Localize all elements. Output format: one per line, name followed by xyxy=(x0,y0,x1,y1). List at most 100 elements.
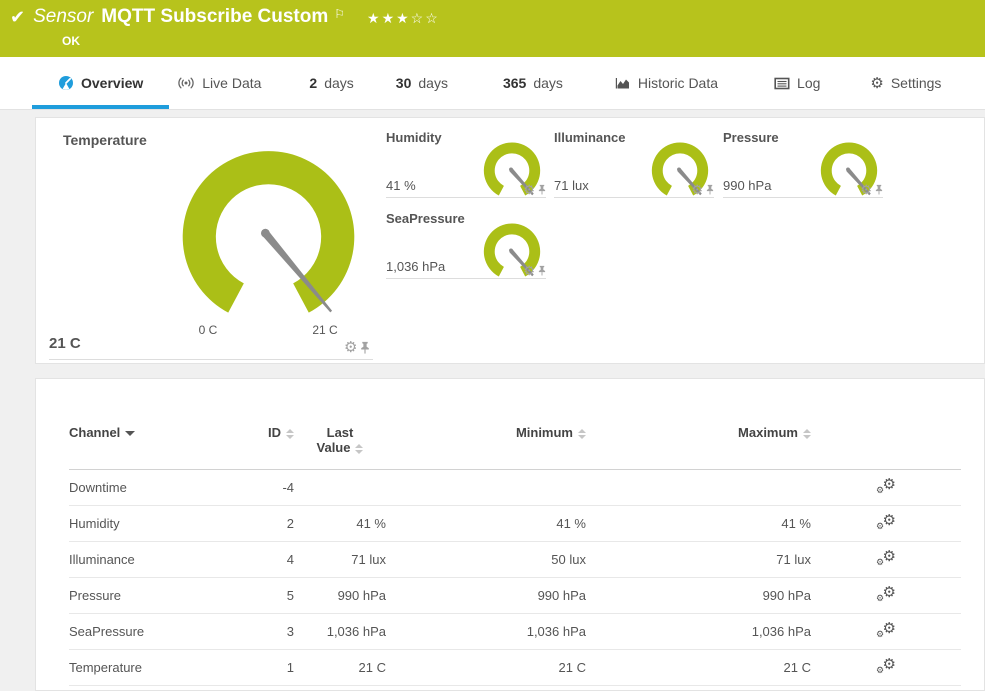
cell-channel[interactable]: Temperature xyxy=(69,650,234,686)
cell-channel[interactable]: Humidity xyxy=(69,506,234,542)
tab-log[interactable]: Log xyxy=(774,57,820,109)
sensor-title-row: ✔ Sensor MQTT Subscribe Custom ⚐ ★★★☆☆ xyxy=(10,6,440,28)
pin-icon[interactable] xyxy=(875,184,883,195)
gauge-title: Pressure xyxy=(723,130,779,145)
channel-settings-icon[interactable]: ⚙⚙ xyxy=(876,657,896,675)
temperature-gauge xyxy=(171,144,366,320)
priority-stars[interactable]: ★★★☆☆ xyxy=(367,10,440,27)
cell-channel[interactable]: SeaPressure xyxy=(69,614,234,650)
cell-id: 2 xyxy=(234,506,294,542)
column-header-channel[interactable]: Channel xyxy=(69,419,234,470)
tab-overview[interactable]: Overview xyxy=(32,57,169,109)
tab-30-days[interactable]: 30 days xyxy=(396,57,448,109)
tab-2-days[interactable]: 2 days xyxy=(309,57,353,109)
pin-icon[interactable] xyxy=(538,184,546,195)
tab-label: days xyxy=(324,75,354,91)
tab-number: 365 xyxy=(503,75,526,91)
sort-icon xyxy=(355,444,363,454)
cell-min: 50 lux xyxy=(386,542,586,578)
cell-max: 1,036 hPa xyxy=(586,614,811,650)
gauges-card: Temperature 0 C 21 C 21 C ⚙ Humidity xyxy=(35,117,985,364)
column-header-last-value[interactable]: Last Value xyxy=(294,419,386,470)
tab-live-data[interactable]: Live Data xyxy=(177,57,261,109)
sort-icon xyxy=(803,429,811,439)
cell-channel[interactable]: Pressure xyxy=(69,578,234,614)
cell-min: 1,036 hPa xyxy=(386,614,586,650)
channels-card: Channel ID Last Value Minimum Maximum xyxy=(35,378,985,691)
status-badge: OK xyxy=(62,34,80,48)
channel-settings-icon[interactable]: ⚙⚙ xyxy=(876,549,896,567)
cell-channel[interactable]: Illuminance xyxy=(69,542,234,578)
gauge-icon xyxy=(58,75,74,91)
tab-label: Overview xyxy=(81,75,143,91)
sort-icon xyxy=(578,429,586,439)
gear-icon[interactable]: ⚙ xyxy=(691,183,703,196)
channel-settings-icon[interactable]: ⚙⚙ xyxy=(876,477,896,495)
gear-icon[interactable]: ⚙ xyxy=(523,183,535,196)
gauge-value: 41 % xyxy=(386,178,416,193)
channel-settings-icon[interactable]: ⚙⚙ xyxy=(876,513,896,531)
gauge-actions: ⚙ xyxy=(523,264,546,277)
temperature-value: 21 C xyxy=(49,335,81,352)
pin-icon[interactable] xyxy=(538,265,546,276)
sort-icon xyxy=(286,429,294,439)
tab-number: 2 xyxy=(309,75,317,91)
sensor-header: ✔ Sensor MQTT Subscribe Custom ⚐ ★★★☆☆ O… xyxy=(0,0,985,57)
gauge-value: 71 lux xyxy=(554,178,589,193)
pin-icon[interactable] xyxy=(360,341,370,354)
log-icon xyxy=(774,76,790,91)
column-header-settings xyxy=(811,419,961,470)
column-header-minimum[interactable]: Minimum xyxy=(386,419,586,470)
table-row-seapressure: SeaPressure 3 1,036 hPa 1,036 hPa 1,036 … xyxy=(69,614,961,650)
gauge-max-label: 21 C xyxy=(303,323,347,337)
cell-max: 41 % xyxy=(586,506,811,542)
area-chart-icon xyxy=(615,75,631,91)
column-header-maximum[interactable]: Maximum xyxy=(586,419,811,470)
gear-icon[interactable]: ⚙ xyxy=(344,340,357,355)
cell-min: 990 hPa xyxy=(386,578,586,614)
table-row-illuminance: Illuminance 4 71 lux 50 lux 71 lux ⚙⚙ xyxy=(69,542,961,578)
sensor-title: MQTT Subscribe Custom xyxy=(101,6,328,28)
content-area: Temperature 0 C 21 C 21 C ⚙ Humidity xyxy=(0,110,985,691)
channels-table: Channel ID Last Value Minimum Maximum xyxy=(69,419,961,686)
tab-historic-data[interactable]: Historic Data xyxy=(615,57,718,109)
tab-label: Live Data xyxy=(202,75,261,91)
gauge-actions: ⚙ xyxy=(523,183,546,196)
main-gauge-actions: ⚙ xyxy=(344,340,370,355)
flag-icon[interactable]: ⚐ xyxy=(334,7,345,21)
channel-settings-icon[interactable]: ⚙⚙ xyxy=(876,621,896,639)
tab-number: 30 xyxy=(396,75,412,91)
gauge-title: Humidity xyxy=(386,130,442,145)
cell-id: -4 xyxy=(234,470,294,506)
gauge-cell-humidity: Humidity 41 % ⚙ xyxy=(386,126,546,198)
cell-max: 21 C xyxy=(586,650,811,686)
sensor-kind-label: Sensor xyxy=(33,6,93,28)
gauge-value: 990 hPa xyxy=(723,178,771,193)
channel-settings-icon[interactable]: ⚙⚙ xyxy=(876,585,896,603)
gauge-min-label: 0 C xyxy=(186,323,230,337)
status-check-icon: ✔ xyxy=(10,7,25,28)
pin-icon[interactable] xyxy=(706,184,714,195)
gear-icon: ⚙ xyxy=(870,74,883,92)
broadcast-icon xyxy=(177,75,195,91)
cell-channel[interactable]: Downtime xyxy=(69,470,234,506)
cell-id: 5 xyxy=(234,578,294,614)
tab-settings[interactable]: ⚙ Settings xyxy=(870,57,941,109)
tab-365-days[interactable]: 365 days xyxy=(503,57,563,109)
gear-icon[interactable]: ⚙ xyxy=(860,183,872,196)
gear-icon[interactable]: ⚙ xyxy=(523,264,535,277)
tab-label: days xyxy=(418,75,448,91)
cell-max xyxy=(586,470,811,506)
table-row-downtime: Downtime -4 ⚙⚙ xyxy=(69,470,961,506)
cell-last: 1,036 hPa xyxy=(294,614,386,650)
table-header-row: Channel ID Last Value Minimum Maximum xyxy=(69,419,961,470)
column-header-id[interactable]: ID xyxy=(234,419,294,470)
table-row-pressure: Pressure 5 990 hPa 990 hPa 990 hPa ⚙⚙ xyxy=(69,578,961,614)
cell-last: 990 hPa xyxy=(294,578,386,614)
cell-last: 21 C xyxy=(294,650,386,686)
gauge-actions: ⚙ xyxy=(691,183,714,196)
gauge-actions: ⚙ xyxy=(860,183,883,196)
table-row-humidity: Humidity 2 41 % 41 % 41 % ⚙⚙ xyxy=(69,506,961,542)
table-row-temperature: Temperature 1 21 C 21 C 21 C ⚙⚙ xyxy=(69,650,961,686)
tab-label: Log xyxy=(797,75,820,91)
